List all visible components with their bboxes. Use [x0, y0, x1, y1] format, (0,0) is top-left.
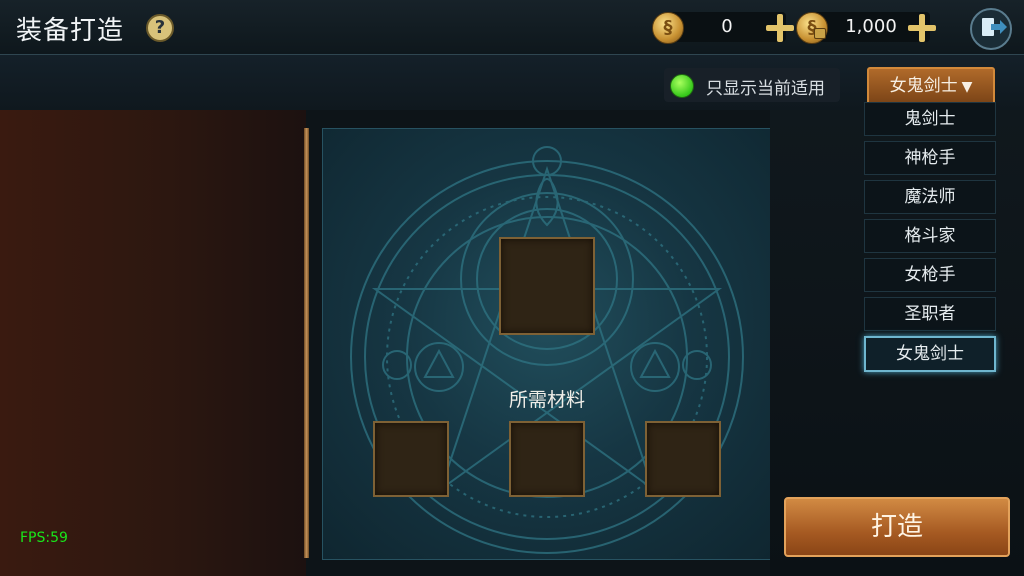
exit-arrow-icon [991, 20, 1007, 34]
add-bound-button[interactable] [908, 14, 936, 42]
class-option-female-ghost-swordsman[interactable]: 女鬼剑士 [864, 336, 996, 372]
panel-divider [304, 128, 309, 558]
class-option-mage[interactable]: 魔法师 [864, 180, 996, 214]
fps-counter: FPS:59 [20, 530, 68, 546]
caret-down-icon: ▼ [961, 79, 973, 95]
class-option-fighter[interactable]: 格斗家 [864, 219, 996, 253]
page-title: 装备打造 [16, 16, 125, 46]
result-equipment-slot[interactable] [499, 237, 595, 335]
forge-button[interactable]: 打造 [784, 497, 1010, 557]
material-slot-2[interactable] [509, 421, 585, 497]
material-slot-1[interactable] [373, 421, 449, 497]
only-current-toggle[interactable]: 只显示当前适用 [664, 68, 840, 102]
lock-icon [814, 28, 826, 39]
crafting-area: 所需材料 [322, 128, 772, 560]
material-slot-3[interactable] [645, 421, 721, 497]
add-gold-button[interactable] [766, 14, 794, 42]
class-option-ghost-swordsman[interactable]: 鬼剑士 [864, 102, 996, 136]
exit-button[interactable] [970, 8, 1012, 50]
top-bar: 装备打造 ? 0 1,000 [0, 0, 1024, 55]
materials-label: 所需材料 [508, 389, 585, 411]
class-option-gunner[interactable]: 神枪手 [864, 141, 996, 175]
only-current-label: 只显示当前适用 [706, 79, 825, 99]
toggle-on-indicator [670, 74, 694, 98]
class-option-priest[interactable]: 圣职者 [864, 297, 996, 331]
gold-coin-icon [652, 12, 684, 44]
class-select-dropdown[interactable]: 女鬼剑士 ▼ [867, 67, 995, 105]
equipment-list-panel[interactable] [0, 110, 306, 576]
class-option-female-gunner[interactable]: 女枪手 [864, 258, 996, 292]
class-dropdown-list: 鬼剑士 神枪手 魔法师 格斗家 女枪手 圣职者 女鬼剑士 [864, 102, 996, 377]
selected-class-label: 女鬼剑士 [889, 76, 958, 96]
help-icon[interactable]: ? [146, 14, 174, 42]
